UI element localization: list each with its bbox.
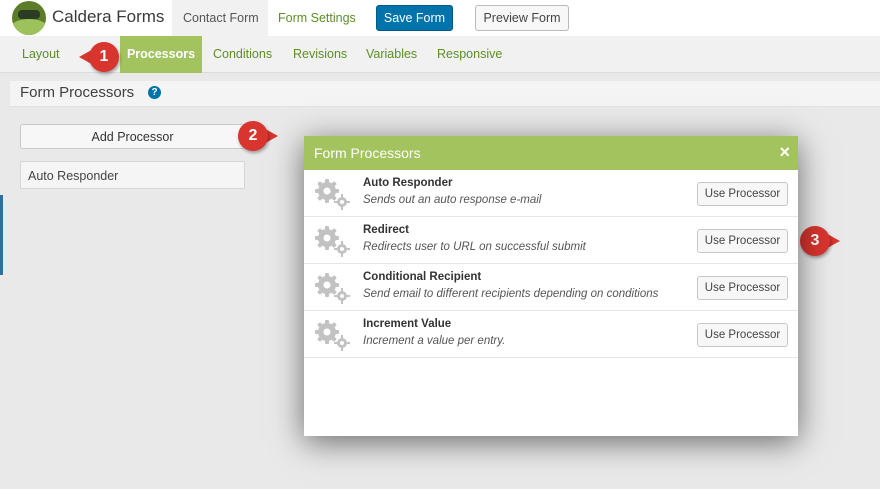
use-processor-button-redirect[interactable]: Use Processor	[697, 229, 788, 253]
subnav-responsive[interactable]: Responsive	[437, 36, 502, 73]
processor-list-item[interactable]: Auto Responder	[20, 161, 245, 189]
processors-modal: Form Processors × Auto Responder Sends o…	[304, 136, 798, 436]
processor-name: Redirect	[363, 224, 410, 236]
subnav-layout[interactable]: Layout	[22, 36, 60, 73]
add-processor-button[interactable]: Add Processor	[20, 124, 245, 149]
close-icon[interactable]: ×	[779, 143, 790, 161]
tab-form-settings-label: Form Settings	[278, 11, 356, 25]
processor-description: Redirects user to URL on successful subm…	[363, 241, 586, 253]
logo-icon	[12, 1, 46, 35]
panel-header: Form Processors ?	[10, 81, 880, 107]
use-processor-button-auto-responder[interactable]: Use Processor	[697, 182, 788, 206]
callout-2: 2	[238, 121, 288, 151]
help-icon[interactable]: ?	[148, 86, 161, 99]
page-title: Form Processors	[20, 84, 135, 101]
tab-contact-form[interactable]: Contact Form	[172, 0, 268, 36]
processor-row-auto-responder: Auto Responder Sends out an auto respons…	[304, 170, 798, 217]
processor-name: Conditional Recipient	[363, 271, 482, 283]
gears-icon	[315, 226, 350, 257]
processor-row-increment-value: Increment Value Increment a value per en…	[304, 311, 798, 358]
processor-name: Auto Responder	[363, 177, 453, 189]
subnav-variables[interactable]: Variables	[366, 36, 417, 73]
save-form-button[interactable]: Save Form	[376, 5, 453, 31]
subnav-conditions[interactable]: Conditions	[213, 36, 272, 73]
modal-header: Form Processors ×	[304, 136, 798, 170]
tab-form-settings[interactable]: Form Settings	[268, 0, 368, 36]
tab-contact-form-label: Contact Form	[183, 11, 259, 25]
callout-1: 1	[69, 42, 119, 72]
processor-description: Increment a value per entry.	[363, 335, 506, 347]
gears-icon	[315, 320, 350, 351]
subnav-revisions[interactable]: Revisions	[293, 36, 347, 73]
top-bar: Caldera Forms Contact Form Form Settings…	[0, 0, 880, 36]
callout-3: 3	[800, 226, 850, 256]
sub-nav: Layout Processors Conditions Revisions V…	[0, 36, 880, 73]
preview-form-button[interactable]: Preview Form	[475, 5, 569, 31]
subnav-processors[interactable]: Processors	[120, 36, 202, 73]
gears-icon	[315, 273, 350, 304]
processor-description: Sends out an auto response e-mail	[363, 194, 542, 206]
processor-row-conditional-recipient: Conditional Recipient Send email to diff…	[304, 264, 798, 311]
processor-name: Increment Value	[363, 318, 452, 330]
use-processor-button-conditional-recipient[interactable]: Use Processor	[697, 276, 788, 300]
processor-description: Send email to different recipients depen…	[363, 288, 659, 300]
edge-marker	[0, 195, 3, 275]
processor-list-item-label: Auto Responder	[28, 169, 119, 183]
gears-icon	[315, 179, 350, 210]
use-processor-button-increment-value[interactable]: Use Processor	[697, 323, 788, 347]
modal-title: Form Processors	[314, 145, 421, 161]
brand-name: Caldera Forms	[52, 7, 165, 26]
processor-row-redirect: Redirect Redirects user to URL on succes…	[304, 217, 798, 264]
